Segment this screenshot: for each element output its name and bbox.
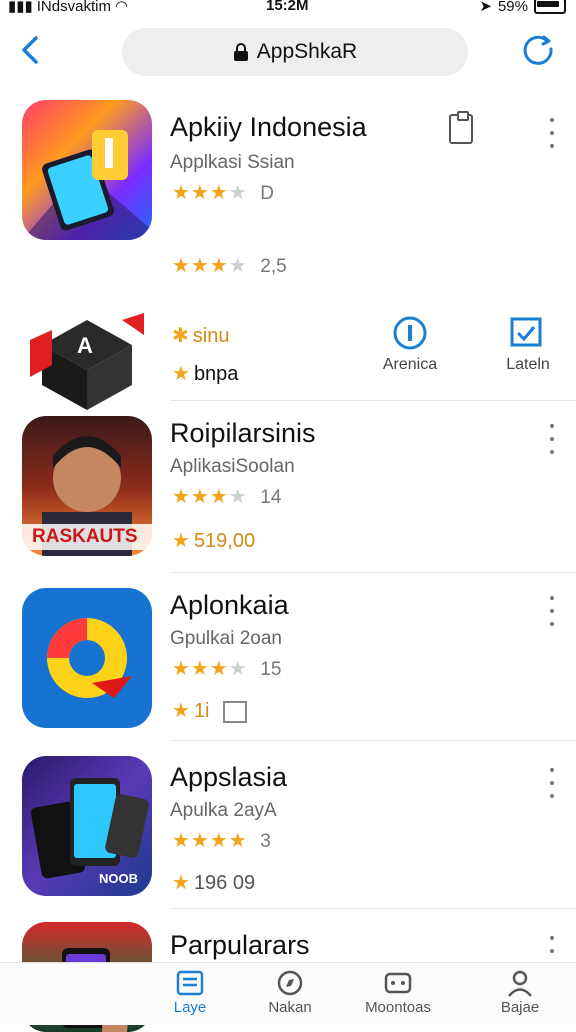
app-icon xyxy=(22,100,152,240)
action-label: Arenica xyxy=(382,356,438,373)
signal-icon: ▮▮▮ xyxy=(8,0,33,15)
meta-label: ★ 519,00 xyxy=(172,530,256,552)
address-text: AppShkaR xyxy=(256,40,358,63)
app-title: Appslasia xyxy=(170,762,288,792)
app-subtitle: Apulka 2ayA xyxy=(170,800,277,821)
games-icon xyxy=(384,972,412,994)
app-subtitle: Applkasi Ssian xyxy=(170,152,295,173)
carrier-info: ▮▮▮ INdsvaktim ◠ xyxy=(8,0,128,15)
info-circle-icon xyxy=(393,316,427,350)
back-button[interactable] xyxy=(14,32,50,68)
cube-icon: A xyxy=(30,313,144,410)
rating-count: 3 xyxy=(260,831,271,852)
tab-label: Nakan xyxy=(268,999,312,1016)
rating-count: 2,5 xyxy=(260,256,287,277)
rating-stars: ★★★★ 14 xyxy=(172,484,281,509)
star-icon: ★ xyxy=(172,700,190,722)
battery-icon xyxy=(534,0,566,14)
tab-label: Moontoas xyxy=(365,999,431,1016)
app-subtitle: Gpulkai 2oan xyxy=(170,628,282,649)
star-empty-icon: ★ xyxy=(228,658,248,680)
clipboard-icon[interactable] xyxy=(449,111,473,144)
status-bar: ▮▮▮ INdsvaktim ◠ 15:2M ➤ 59% xyxy=(0,0,576,18)
meta-label: ★ bnpa xyxy=(172,363,239,385)
app-title: Parpularars xyxy=(170,930,310,960)
rating-count: 15 xyxy=(260,659,282,680)
divider xyxy=(170,572,576,573)
app-title: Apkiiy Indonesia xyxy=(170,112,367,142)
compass-icon xyxy=(277,970,303,996)
square-icon xyxy=(223,700,248,723)
refresh-icon xyxy=(523,35,553,65)
star-icon: ★★★★ xyxy=(172,830,248,852)
action-button[interactable]: Arenica xyxy=(380,315,440,374)
app-title: Roipilarsinis xyxy=(170,418,316,448)
tab-label: Bajae xyxy=(500,999,540,1016)
status-right: ➤ 59% xyxy=(479,0,566,15)
star-empty-icon: ★ xyxy=(228,255,248,277)
star-icon: ★★★ xyxy=(172,486,229,508)
action-button[interactable]: Lateln xyxy=(488,315,568,374)
tab-label: Laye xyxy=(173,999,207,1016)
refresh-button[interactable] xyxy=(522,34,556,68)
rating-count: D xyxy=(260,183,275,204)
divider xyxy=(170,908,576,909)
star-icon: ✱ xyxy=(172,325,189,347)
tab-games[interactable]: Moontoas xyxy=(348,969,448,1023)
app-title: Aplonkaia xyxy=(170,590,289,620)
star-icon: ★★★ xyxy=(172,255,229,277)
divider xyxy=(170,740,576,741)
star-empty-icon: ★ xyxy=(228,486,248,508)
more-options-button[interactable] xyxy=(542,424,562,454)
apps-icon xyxy=(176,970,204,996)
app-icon: RASKAUTS xyxy=(22,416,152,556)
rating-stars: ★★★★ D xyxy=(172,180,274,205)
star-icon: ★ xyxy=(172,530,190,552)
star-icon: ★ xyxy=(172,872,190,894)
star-icon: ★★★ xyxy=(172,182,229,204)
icon-label: NOOB xyxy=(99,871,138,886)
meta-label: ✱ sinu xyxy=(172,325,230,347)
meta-label: ★ 196 09 xyxy=(172,872,256,894)
rating-stars: ★★★★ 3 xyxy=(172,828,271,853)
app-subtitle: AplikasiSoolan xyxy=(170,456,295,477)
star-icon: ★★★ xyxy=(172,658,229,680)
battery-percent: 59% xyxy=(497,0,528,15)
app-icon xyxy=(22,588,152,728)
star-icon: ★ xyxy=(172,363,190,385)
rating-stars: ★★★★ 15 xyxy=(172,656,281,681)
more-options-button[interactable] xyxy=(542,118,562,148)
location-icon: ➤ xyxy=(479,0,492,15)
person-icon xyxy=(508,970,532,997)
carrier-label: INdsvaktim xyxy=(36,0,111,15)
meta-label: ★ 1i xyxy=(172,698,248,723)
tab-compass[interactable]: Nakan xyxy=(240,969,340,1023)
tab-apps[interactable]: Laye xyxy=(140,969,240,1023)
app-icon: NOOB xyxy=(22,756,152,896)
wifi-icon: ◠ xyxy=(114,0,129,15)
icon-label: RASKAUTS xyxy=(32,526,138,547)
lock-icon xyxy=(233,43,248,61)
donut-icon xyxy=(47,618,132,698)
star-empty-icon: ★ xyxy=(228,182,248,204)
calendar-check-icon xyxy=(510,317,542,347)
app-icon: A xyxy=(22,285,152,425)
rating-count: 14 xyxy=(260,487,282,508)
svg-text:A: A xyxy=(77,333,93,358)
clock: 15:2M xyxy=(266,0,309,14)
divider xyxy=(170,400,576,401)
chevron-left-icon xyxy=(22,36,38,64)
rating-stars: ★★★★ 2,5 xyxy=(172,253,287,278)
more-options-button[interactable] xyxy=(542,596,562,626)
nav-bar: AppShkaR xyxy=(0,20,576,84)
phone-art-icon xyxy=(22,130,152,240)
tab-person[interactable]: Bajae xyxy=(470,969,570,1023)
tab-bar: Laye Nakan Moontoas Bajae xyxy=(0,962,576,1025)
more-options-button[interactable] xyxy=(542,768,562,798)
address-bar[interactable]: AppShkaR xyxy=(122,28,468,76)
action-label: Lateln xyxy=(506,356,550,373)
